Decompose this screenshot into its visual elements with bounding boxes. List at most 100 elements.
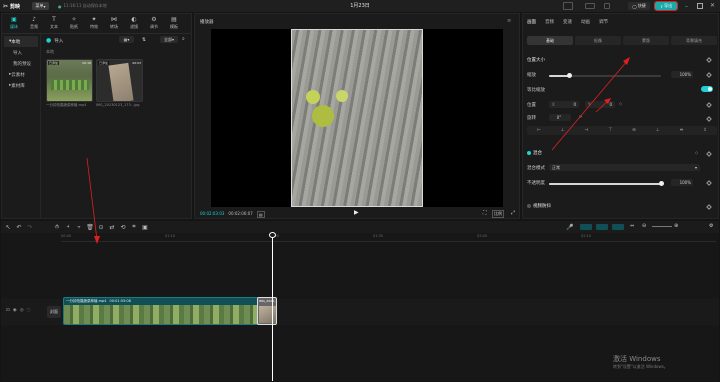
stabilize-check-icon[interactable] xyxy=(527,204,531,208)
keyframe-icon[interactable] xyxy=(706,151,712,157)
align-middle-icon[interactable]: ⊖ xyxy=(632,128,636,133)
segment-basic[interactable]: 基础 xyxy=(527,36,573,45)
align-bottom-icon[interactable]: ⊥ xyxy=(656,128,660,133)
close-icon[interactable]: ✕ xyxy=(710,2,715,9)
align-top-icon[interactable]: ⊤ xyxy=(608,128,612,133)
mirror-icon[interactable]: ⇄ xyxy=(108,223,116,231)
blend-check-icon[interactable] xyxy=(527,151,531,155)
export-button[interactable]: ⇪ 导出 xyxy=(654,1,678,11)
tab-audio[interactable]: 音频 xyxy=(545,19,554,25)
import-button[interactable]: ● 导入 xyxy=(46,37,63,44)
maximize-icon[interactable] xyxy=(697,3,703,9)
keyframe-icon[interactable] xyxy=(706,180,712,186)
rotate-icon[interactable]: ⟳ xyxy=(579,114,582,119)
filter-dropdown[interactable]: 全部 ▾ xyxy=(160,36,178,43)
keyframe-icon[interactable] xyxy=(706,72,712,78)
zoom-out-icon[interactable]: ⊖ xyxy=(642,223,646,229)
align-right-icon[interactable]: ⊣ xyxy=(585,128,589,133)
mute-icon[interactable]: ◎ xyxy=(20,308,24,313)
redo-icon[interactable]: ↷ xyxy=(26,223,34,231)
microphone-icon[interactable]: 🎤 xyxy=(566,223,574,231)
tab-effects[interactable]: ✦ 特效 xyxy=(84,15,104,31)
opacity-slider-knob[interactable] xyxy=(658,181,664,186)
tab-adjust[interactable]: 调节 xyxy=(599,19,608,25)
rotate-icon[interactable]: ⟲ xyxy=(119,223,127,231)
sidebar-item-presets[interactable]: 我的预设 xyxy=(4,58,38,69)
zoom-slider[interactable] xyxy=(652,226,672,227)
zoom-in-icon[interactable]: ⊕ xyxy=(674,223,678,229)
scale-slider[interactable] xyxy=(549,75,661,77)
pos-y-field[interactable]: Y0 xyxy=(585,101,615,108)
play-button[interactable]: ▶ xyxy=(354,209,359,216)
cover-button[interactable]: 封面 xyxy=(47,306,61,318)
auto-snap-icon[interactable] xyxy=(596,224,608,230)
timeline-settings-icon[interactable]: ⚙ xyxy=(709,223,713,229)
tab-audio[interactable]: ♪ 音频 xyxy=(24,15,44,31)
linkage-icon[interactable] xyxy=(612,224,624,230)
playhead[interactable] xyxy=(272,233,273,381)
keyframe-icon[interactable] xyxy=(706,116,712,122)
eye-icon[interactable]: ◉ xyxy=(13,308,17,313)
align-h-icon[interactable]: ⇹ xyxy=(680,128,684,133)
timeline-ruler[interactable]: 00:0001:1001:2001:3002:0002:10 xyxy=(61,234,716,242)
tab-media[interactable]: ▣ 媒体 xyxy=(4,15,24,31)
more-icon[interactable]: ≡ xyxy=(507,18,511,24)
pos-x-field[interactable]: X0 xyxy=(549,101,579,108)
opacity-value[interactable]: 100% xyxy=(671,179,693,186)
media-item[interactable]: 已添加 00:03 IMG_20230123_173...jpg xyxy=(96,59,143,107)
keyframe-icon[interactable] xyxy=(706,204,712,210)
keyframe-icon[interactable] xyxy=(706,57,712,63)
tab-templates[interactable]: ▤ 模板 xyxy=(164,15,184,31)
opacity-slider[interactable] xyxy=(549,183,661,185)
playhead-handle[interactable] xyxy=(269,232,276,238)
image-icon[interactable]: ▣ xyxy=(141,223,149,231)
expand-icon[interactable]: ⤢ xyxy=(511,210,515,216)
tab-filters[interactable]: ◐ 滤镜 xyxy=(124,15,144,31)
select-tool-icon[interactable]: ↖ xyxy=(4,223,12,231)
tab-transitions[interactable]: ⋈ 转场 xyxy=(104,15,124,31)
tab-adjust[interactable]: ⚙ 调节 xyxy=(144,15,164,31)
minimize-icon[interactable]: – xyxy=(685,3,688,10)
media-item[interactable]: 已添加 00:18 一分钟拍摄蔬菜种植.mp4 xyxy=(46,59,93,108)
video-clip[interactable]: 一分钟拍摄蔬菜种植.mp4 00:01:55:08 xyxy=(63,297,271,325)
search-icon[interactable]: ⌕ xyxy=(182,36,185,42)
blend-mode-select[interactable]: 正常 ▾ xyxy=(549,164,700,171)
tab-speed[interactable]: 变速 xyxy=(563,19,572,25)
reset-position-icon[interactable]: ◇ xyxy=(619,101,622,106)
uniform-scale-toggle[interactable] xyxy=(701,86,713,92)
segment-background[interactable]: 背景填充 xyxy=(671,36,717,45)
tab-sticker[interactable]: ✧ 贴纸 xyxy=(64,15,84,31)
segment-cutout[interactable]: 抠像 xyxy=(575,36,621,45)
freeze-icon[interactable]: ⊙ xyxy=(97,223,105,231)
keyboard-icon[interactable] xyxy=(585,3,595,9)
rotate-value[interactable]: 0° xyxy=(549,114,571,121)
split-right-icon[interactable]: ⫟ xyxy=(75,223,83,231)
ratio-button[interactable]: 比例 xyxy=(492,210,504,218)
split-left-icon[interactable]: ⫞ xyxy=(64,223,72,231)
crop-icon[interactable]: ⌗ xyxy=(130,223,138,231)
split-icon[interactable]: ⫛ xyxy=(53,223,61,231)
sidebar-item-library[interactable]: ▸ 素材库 xyxy=(4,80,38,91)
sidebar-item-cloud[interactable]: ▸ 云素材 xyxy=(4,69,38,80)
keyframe-icon[interactable] xyxy=(706,102,712,108)
shortcut-button[interactable]: ◯ 快捷 xyxy=(628,2,650,10)
tab-picture[interactable]: 画面 xyxy=(527,19,536,25)
lock-icon[interactable]: ⊡ xyxy=(6,308,10,313)
sidebar-item-local[interactable]: ▾ 本地 xyxy=(4,36,38,47)
settings-icon[interactable] xyxy=(604,3,610,9)
reset-icon[interactable]: ◇ xyxy=(695,150,698,155)
undo-icon[interactable]: ↶ xyxy=(15,223,23,231)
align-left-icon[interactable]: ⊢ xyxy=(537,128,541,133)
tab-text[interactable]: T 文本 xyxy=(44,15,64,31)
layout-icon[interactable] xyxy=(563,2,573,10)
visibility-icon[interactable]: ◌ xyxy=(27,308,31,313)
menu-button[interactable]: 菜单 ▾ xyxy=(32,2,49,10)
scale-value[interactable]: 100% xyxy=(671,71,693,78)
image-clip[interactable]: IMG_2023... xyxy=(257,297,277,325)
tab-animation[interactable]: 动画 xyxy=(581,19,590,25)
preview-axis-icon[interactable]: ⇔ xyxy=(630,223,634,229)
sort-icon[interactable]: ⇅ xyxy=(139,36,149,43)
view-toggle[interactable]: ▦▾ xyxy=(119,36,134,43)
video-canvas[interactable] xyxy=(211,29,503,207)
delete-icon[interactable]: 🗑 xyxy=(86,223,94,231)
